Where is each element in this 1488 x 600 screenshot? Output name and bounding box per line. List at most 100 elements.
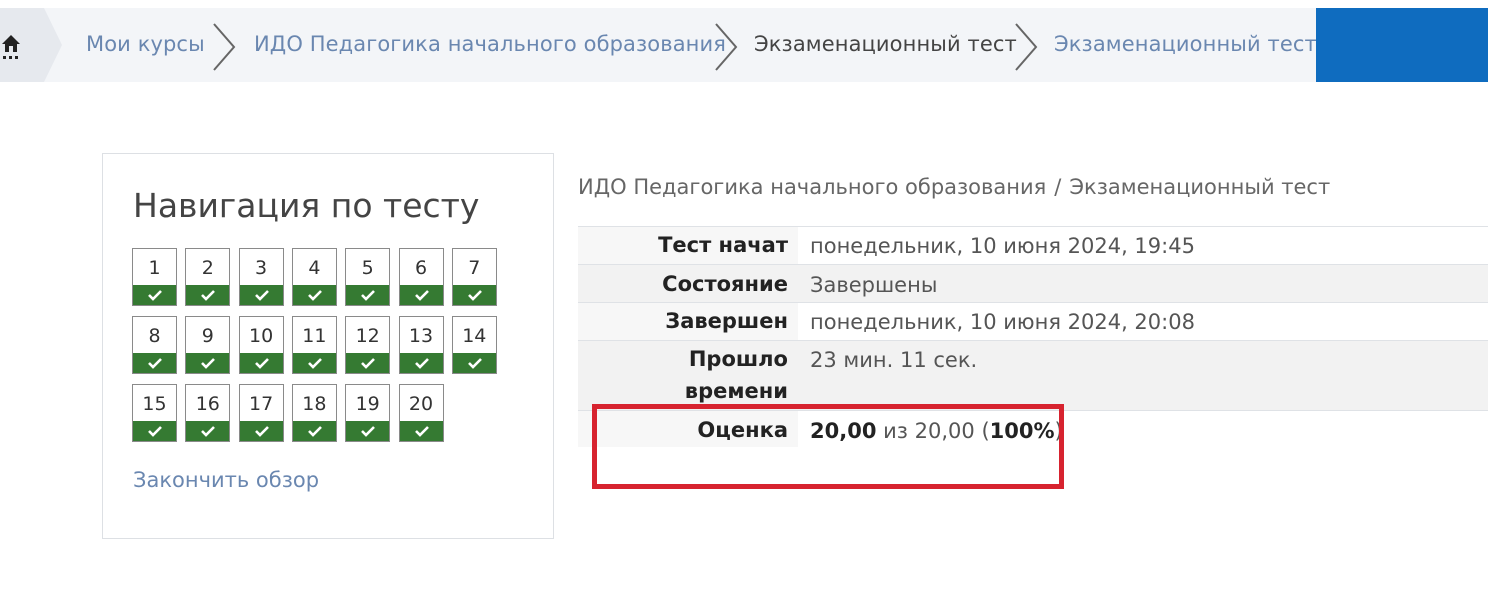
check-icon xyxy=(361,426,376,437)
summary-separator: / xyxy=(1054,175,1062,199)
question-number: 9 xyxy=(201,325,214,347)
question-number: 2 xyxy=(201,257,214,279)
question-number: 10 xyxy=(249,325,274,347)
question-number: 13 xyxy=(408,325,434,347)
question-button-19[interactable]: 19 xyxy=(345,384,391,442)
summary-breadcrumb: ИДО Педагогика начального образования / Эк… xyxy=(578,175,1330,199)
check-icon xyxy=(361,290,376,301)
question-button-7[interactable]: 7 xyxy=(451,248,497,306)
chevron-right-icon xyxy=(715,23,738,71)
answered-mark xyxy=(239,421,283,441)
answered-mark xyxy=(186,285,230,305)
question-button-2[interactable]: 2 xyxy=(185,248,231,306)
question-button-5[interactable]: 5 xyxy=(345,248,391,306)
check-icon xyxy=(307,426,322,437)
question-number: 4 xyxy=(308,257,321,279)
question-button-16[interactable]: 16 xyxy=(185,384,231,442)
answered-mark xyxy=(239,285,283,305)
question-number: 17 xyxy=(249,393,274,415)
check-icon xyxy=(307,290,322,301)
answered-mark xyxy=(399,421,443,441)
question-number: 1 xyxy=(148,257,161,279)
answered-mark xyxy=(452,285,496,305)
question-button-12[interactable]: 12 xyxy=(345,316,391,374)
state-value: Завершены xyxy=(810,273,938,297)
elapsed-value: 23 мин. 11 сек. xyxy=(810,348,978,372)
question-button-14[interactable]: 14 xyxy=(451,316,497,374)
question-number: 15 xyxy=(142,393,167,415)
question-button-18[interactable]: 18 xyxy=(291,384,337,442)
check-icon xyxy=(414,290,429,301)
answered-mark xyxy=(399,353,443,373)
question-button-20[interactable]: 20 xyxy=(398,384,444,442)
question-number: 7 xyxy=(468,257,481,279)
finish-review-link[interactable]: Закончить обзор xyxy=(133,468,319,492)
table-row-started: Тест начат понедельник, 10 июня 2024, 19… xyxy=(578,227,1488,264)
answered-mark xyxy=(292,353,336,373)
table-row-completed: Завершен понедельник, 10 июня 2024, 20:0… xyxy=(578,303,1488,340)
check-icon xyxy=(201,290,216,301)
check-icon xyxy=(254,358,269,369)
question-number: 11 xyxy=(302,325,327,347)
question-button-1[interactable]: 1 xyxy=(132,248,177,306)
answered-mark xyxy=(292,285,336,305)
answered-mark xyxy=(452,353,496,373)
question-number: 16 xyxy=(195,393,220,415)
check-icon xyxy=(414,426,429,437)
question-number: 8 xyxy=(148,325,161,347)
check-icon xyxy=(148,358,162,369)
answered-mark xyxy=(399,285,443,305)
table-row-elapsed: Прошло времени 23 мин. 11 сек. xyxy=(578,341,1488,410)
chevron-right-icon xyxy=(213,23,236,71)
question-number: 19 xyxy=(355,393,380,415)
question-button-10[interactable]: 10 xyxy=(238,316,284,374)
breadcrumb-section[interactable]: Экзаменационный тест xyxy=(754,32,1017,56)
answered-mark xyxy=(186,421,230,441)
check-icon xyxy=(148,290,162,301)
breadcrumb-test[interactable]: Экзаменационный тест xyxy=(1054,32,1317,56)
answered-mark xyxy=(186,353,230,373)
summary-test-name[interactable]: Экзаменационный тест xyxy=(1069,175,1330,199)
check-icon xyxy=(361,358,376,369)
elapsed-label-line1: Прошло xyxy=(688,347,788,371)
home-icon[interactable] xyxy=(0,30,22,62)
state-label: Состояние xyxy=(662,272,788,296)
question-button-3[interactable]: 3 xyxy=(238,248,284,306)
breadcrumb-my-courses[interactable]: Мои курсы xyxy=(86,32,205,56)
summary-course-name[interactable]: ИДО Педагогика начального образования xyxy=(578,175,1046,199)
started-label: Тест начат xyxy=(658,233,788,257)
quiz-navigation-title: Навигация по тесту xyxy=(133,186,480,225)
check-icon xyxy=(148,426,162,437)
question-button-6[interactable]: 6 xyxy=(398,248,444,306)
completed-label: Завершен xyxy=(665,309,788,333)
check-icon xyxy=(307,358,322,369)
question-button-8[interactable]: 8 xyxy=(132,316,177,374)
question-button-17[interactable]: 17 xyxy=(238,384,284,442)
question-button-13[interactable]: 13 xyxy=(398,316,444,374)
completed-value: понедельник, 10 июня 2024, 20:08 xyxy=(810,310,1195,334)
check-icon xyxy=(254,426,269,437)
answered-mark xyxy=(346,421,390,441)
question-number: 18 xyxy=(302,393,327,415)
answered-mark xyxy=(133,285,176,305)
question-number: 3 xyxy=(255,257,268,279)
question-button-15[interactable]: 15 xyxy=(132,384,177,442)
question-button-9[interactable]: 9 xyxy=(185,316,231,374)
breadcrumb-course[interactable]: ИДО Педагогика начального образования xyxy=(254,32,726,56)
question-button-4[interactable]: 4 xyxy=(291,248,337,306)
answered-mark xyxy=(292,421,336,441)
check-icon xyxy=(254,290,269,301)
started-value: понедельник, 10 июня 2024, 19:45 xyxy=(810,234,1195,258)
question-button-11[interactable]: 11 xyxy=(291,316,337,374)
check-icon xyxy=(414,358,429,369)
header-action-block[interactable] xyxy=(1316,8,1488,82)
question-number: 20 xyxy=(408,393,434,415)
answered-mark xyxy=(346,353,390,373)
table-row-state: Состояние Завершены xyxy=(578,265,1488,302)
question-number: 6 xyxy=(414,257,428,279)
check-icon xyxy=(467,290,482,301)
answered-mark xyxy=(239,353,283,373)
check-icon xyxy=(201,426,216,437)
check-icon xyxy=(201,358,216,369)
question-number: 14 xyxy=(462,325,487,347)
